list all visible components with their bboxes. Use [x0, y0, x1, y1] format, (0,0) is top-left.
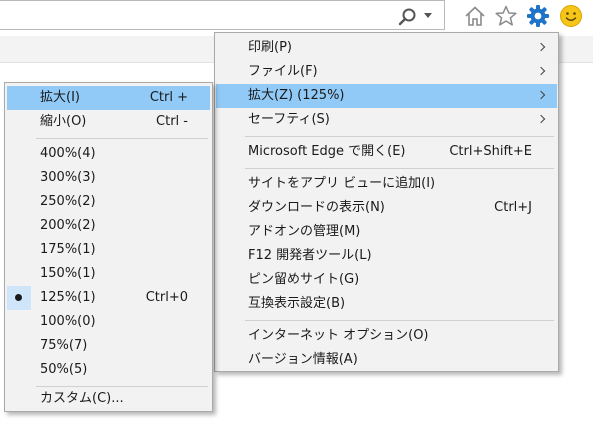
submenu-arrow-icon [536, 66, 546, 76]
menu-item-manage-addons[interactable]: アドオンの管理(M) [215, 220, 558, 244]
submenu-arrow-icon [536, 90, 546, 100]
zoom-level-item[interactable]: 250%(2) [5, 190, 212, 214]
favorites-star-icon[interactable] [494, 4, 518, 28]
menu-item-label: カスタム(C)... [40, 391, 124, 406]
dropdown-icon[interactable] [424, 13, 432, 18]
submenu-arrow-icon [536, 114, 546, 124]
menu-item-label: アドオンの管理(M) [248, 224, 361, 239]
menu-item-label: 拡大(I) [40, 90, 80, 105]
menu-item-label: F12 開発者ツール(L) [248, 248, 372, 263]
menu-item-label: セーフティ(S) [248, 112, 330, 127]
feedback-smiley-icon[interactable] [559, 4, 583, 28]
submenu-arrow-icon [536, 42, 546, 52]
home-icon[interactable] [463, 4, 487, 28]
check-indicator [7, 286, 31, 310]
menu-item-label: 互換表示設定(B) [248, 296, 346, 311]
menu-item-label: 175%(1) [40, 242, 96, 257]
zoom-in-item[interactable]: 拡大(I) Ctrl + [7, 86, 210, 110]
menu-item-label: インターネット オプション(O) [248, 328, 429, 343]
address-bar[interactable] [0, 0, 445, 30]
menu-item-label: 拡大(Z) (125%) [248, 88, 345, 103]
menu-item-shortcut: Ctrl+0 [145, 290, 188, 305]
menu-item-label: サイトをアプリ ビューに追加(I) [248, 176, 436, 191]
menu-item-shortcut: Ctrl + [149, 90, 188, 105]
menu-item-open-in-edge[interactable]: Microsoft Edge で開く(E) Ctrl+Shift+E [215, 140, 558, 164]
menu-item-label: ピン留めサイト(G) [248, 272, 360, 287]
menu-item-label: 125%(1) [40, 290, 96, 305]
menu-item-shortcut: Ctrl - [156, 114, 188, 129]
menu-item-label: 400%(4) [40, 146, 96, 161]
zoom-level-item[interactable]: 400%(4) [5, 142, 212, 166]
zoom-custom-item[interactable]: カスタム(C)... [5, 387, 212, 411]
zoom-level-item[interactable]: 150%(1) [5, 262, 212, 286]
menu-separator [245, 136, 554, 137]
menu-item-safety[interactable]: セーフティ(S) [215, 108, 558, 132]
menu-item-label: 印刷(P) [248, 40, 292, 55]
zoom-level-item[interactable]: 200%(2) [5, 214, 212, 238]
menu-item-pinned-sites[interactable]: ピン留めサイト(G) [215, 268, 558, 292]
zoom-level-item[interactable]: 175%(1) [5, 238, 212, 262]
menu-item-about[interactable]: バージョン情報(A) [215, 348, 558, 372]
menu-item-label: 300%(3) [40, 170, 96, 185]
menu-item-label: 200%(2) [40, 218, 96, 233]
menu-item-label: 縮小(O) [40, 114, 87, 129]
menu-item-f12-devtools[interactable]: F12 開発者ツール(L) [215, 244, 558, 268]
tools-gear-icon[interactable] [526, 4, 550, 28]
menu-item-internet-options[interactable]: インターネット オプション(O) [215, 324, 558, 348]
menu-item-label: Microsoft Edge で開く(E) [248, 144, 406, 159]
search-icon[interactable] [398, 7, 418, 27]
radio-dot-icon [15, 294, 22, 301]
menu-item-view-downloads[interactable]: ダウンロードの表示(N) Ctrl+J [215, 196, 558, 220]
zoom-out-item[interactable]: 縮小(O) Ctrl - [5, 110, 212, 134]
zoom-level-item[interactable]: 300%(3) [5, 166, 212, 190]
menu-item-label: 75%(7) [40, 338, 88, 353]
menu-item-label: バージョン情報(A) [248, 352, 358, 367]
menu-item-shortcut: Ctrl+Shift+E [449, 144, 532, 159]
menu-separator [36, 138, 208, 139]
menu-item-add-app-view[interactable]: サイトをアプリ ビューに追加(I) [215, 172, 558, 196]
menu-item-file[interactable]: ファイル(F) [215, 60, 558, 84]
menu-item-compat-view[interactable]: 互換表示設定(B) [215, 292, 558, 316]
tools-menu: 印刷(P) ファイル(F) 拡大(Z) (125%) セーフティ(S) Micr… [214, 32, 559, 372]
menu-item-label: ファイル(F) [248, 64, 318, 79]
menu-item-label: 100%(0) [40, 314, 96, 329]
zoom-level-item-checked[interactable]: 125%(1) Ctrl+0 [5, 286, 212, 310]
menu-item-zoom[interactable]: 拡大(Z) (125%) [216, 84, 557, 108]
zoom-level-item[interactable]: 75%(7) [5, 334, 212, 358]
menu-item-label: 150%(1) [40, 266, 96, 281]
menu-item-label: 250%(2) [40, 194, 96, 209]
zoom-level-item[interactable]: 50%(5) [5, 358, 212, 382]
menu-item-print[interactable]: 印刷(P) [215, 36, 558, 60]
menu-item-shortcut: Ctrl+J [494, 200, 532, 215]
menu-item-label: ダウンロードの表示(N) [248, 200, 385, 215]
menu-separator [245, 320, 554, 321]
zoom-submenu: 拡大(I) Ctrl + 縮小(O) Ctrl - 400%(4) 300%(3… [4, 82, 213, 412]
menu-separator [245, 168, 554, 169]
menu-item-label: 50%(5) [40, 362, 88, 377]
zoom-level-item[interactable]: 100%(0) [5, 310, 212, 334]
